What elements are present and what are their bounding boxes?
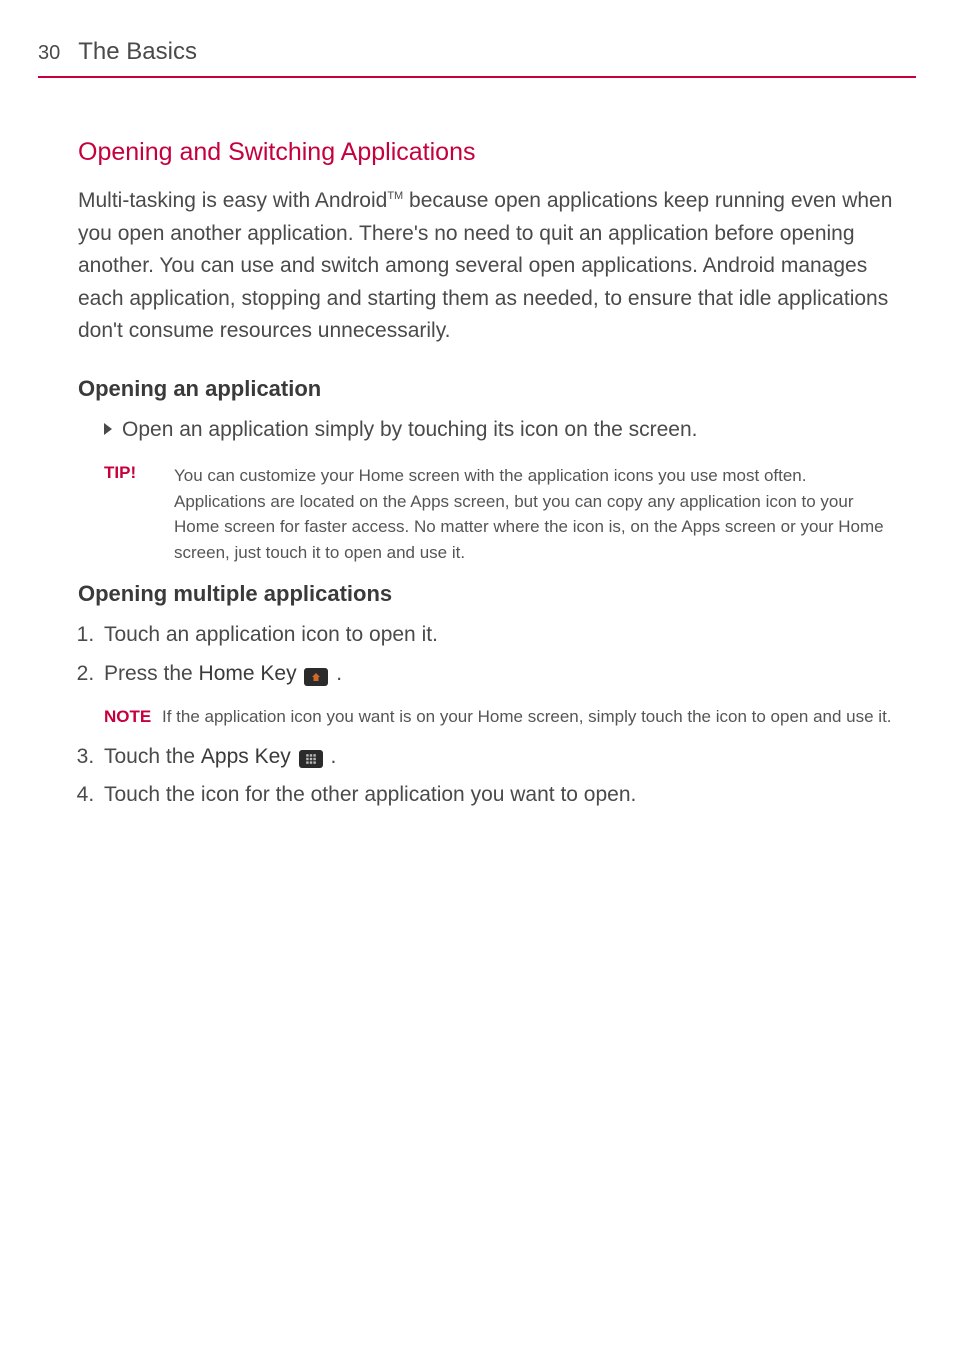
tip-label: TIP! [104,463,174,483]
intro-text-pre: Multi-tasking is easy with Android [78,189,387,212]
home-key-icon [304,668,328,686]
triangle-bullet-icon [104,423,112,435]
note-label: NOTE [104,704,162,730]
apps-key-label: Apps Key [201,745,291,768]
heading-opening-switching: Opening and Switching Applications [78,138,896,167]
tip-body: You can customize your Home screen with … [174,463,896,565]
section-title: The Basics [78,38,197,66]
step-4-text: Touch the icon for the other application… [104,783,636,806]
step-2: Press the Home Key . NOTE If the applica… [100,658,896,731]
page-content: Opening and Switching Applications Multi… [38,138,916,812]
tip-callout: TIP! You can customize your Home screen … [78,463,896,565]
step-3: Touch the Apps Key . [100,741,896,774]
subheading-opening-multiple: Opening multiple applications [78,581,896,607]
step-3-post: . [325,745,337,768]
document-page: 30 The Basics Opening and Switching Appl… [0,0,954,812]
bullet-item: Open an application simply by touching i… [78,414,896,446]
home-key-label: Home Key [199,662,297,685]
page-number: 30 [38,42,60,65]
page-header: 30 The Basics [38,38,916,78]
step-3-pre: Touch the [104,745,201,768]
note-body: If the application icon you want is on y… [162,704,892,730]
bullet-text: Open an application simply by touching i… [122,414,698,446]
step-1: Touch an application icon to open it. [100,619,896,652]
trademark-symbol: TM [387,190,403,202]
steps-list: Touch an application icon to open it. Pr… [78,619,896,812]
intro-paragraph: Multi-tasking is easy with AndroidTM bec… [78,185,896,348]
step-2-post: . [330,662,342,685]
step-2-pre: Press the [104,662,199,685]
subheading-opening-app: Opening an application [78,376,896,402]
apps-key-icon [299,750,323,768]
step-4: Touch the icon for the other application… [100,779,896,812]
note-callout: NOTE If the application icon you want is… [104,704,896,730]
step-1-text: Touch an application icon to open it. [104,623,438,646]
